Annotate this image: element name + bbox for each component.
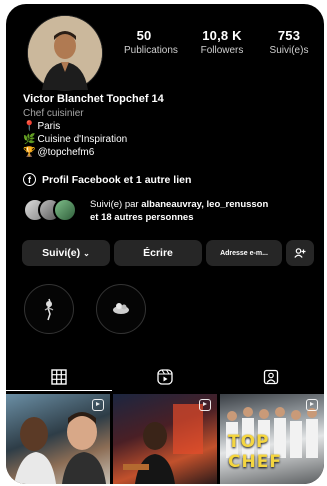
avatar-portrait-icon bbox=[28, 16, 102, 90]
following-label: Suivi(e)s bbox=[269, 45, 309, 56]
following-button[interactable]: Suivi(e) ⌄ bbox=[22, 240, 110, 266]
external-links-text: Profil Facebook et 1 autre lien bbox=[42, 173, 192, 186]
reel-badge-icon bbox=[92, 399, 104, 411]
pin-icon: 📍 bbox=[23, 121, 36, 132]
post-thumbnail[interactable]: TOP CHEF bbox=[220, 394, 324, 484]
tab-reels[interactable] bbox=[112, 366, 218, 388]
reel-badge-icon bbox=[199, 399, 211, 411]
post-thumbnail[interactable] bbox=[6, 394, 110, 484]
story-highlight[interactable] bbox=[24, 284, 74, 334]
bio-mention-text: @topchefm6 bbox=[37, 147, 95, 158]
post-thumbnail[interactable] bbox=[113, 394, 217, 484]
email-button[interactable]: Adresse e-m... bbox=[206, 240, 282, 266]
publications-count: 50 bbox=[136, 28, 152, 43]
highlight-cover-icon bbox=[44, 298, 54, 321]
bio-line-cuisine: 🌿 Cuisine d'Inspiration bbox=[23, 133, 303, 146]
profile-screen: 50 Publications 10,8 K Followers 753 Sui… bbox=[6, 4, 324, 484]
followers-label: Followers bbox=[200, 45, 244, 56]
stat-followers[interactable]: 10,8 K Followers bbox=[196, 28, 248, 56]
mutual-followers-avatars[interactable] bbox=[23, 198, 77, 222]
followed-by-prefix: Suivi(e) par bbox=[90, 199, 142, 210]
chevron-down-icon: ⌄ bbox=[83, 248, 90, 258]
profile-name: Victor Blanchet Topchef 14 bbox=[23, 93, 164, 105]
add-user-icon bbox=[294, 248, 306, 258]
mutual-followers-text[interactable]: Suivi(e) par albaneauvray, leo_renusson … bbox=[90, 198, 316, 224]
following-button-label: Suivi(e) bbox=[42, 247, 81, 259]
external-links[interactable]: f Profil Facebook et 1 autre lien bbox=[23, 173, 191, 186]
leaf-icon: 🌿 bbox=[23, 134, 36, 145]
message-button-label: Écrire bbox=[143, 247, 173, 259]
reel-badge-icon bbox=[306, 399, 318, 411]
tab-posts[interactable] bbox=[6, 366, 112, 388]
facebook-icon: f bbox=[23, 173, 36, 186]
mutual-follower-avatar bbox=[53, 198, 77, 222]
suggest-users-button[interactable] bbox=[286, 240, 314, 266]
bio-line-mention[interactable]: 🏆 @topchefm6 bbox=[23, 146, 303, 159]
bio-location-text: Paris bbox=[37, 121, 61, 132]
followed-by-suffix: et 18 autres personnes bbox=[90, 212, 194, 223]
highlight-cover-icon bbox=[113, 303, 129, 314]
tagged-icon bbox=[263, 369, 279, 385]
profile-category: Chef cuisinier bbox=[23, 108, 84, 119]
followers-count: 10,8 K bbox=[202, 28, 242, 43]
bio-line-location: 📍 Paris bbox=[23, 120, 303, 133]
grid-icon bbox=[51, 369, 67, 385]
message-button[interactable]: Écrire bbox=[114, 240, 202, 266]
story-highlight[interactable] bbox=[96, 284, 146, 334]
profile-tabs bbox=[6, 366, 324, 391]
reels-icon bbox=[157, 369, 173, 385]
stat-publications[interactable]: 50 Publications bbox=[124, 28, 178, 56]
topchef-overlay-text: TOP CHEF bbox=[228, 432, 282, 472]
tab-tagged[interactable] bbox=[218, 366, 324, 388]
email-button-label: Adresse e-m... bbox=[220, 249, 268, 257]
trophy-icon: 🏆 bbox=[23, 147, 36, 158]
stat-following[interactable]: 753 Suivi(e)s bbox=[263, 28, 315, 56]
publications-label: Publications bbox=[124, 45, 178, 56]
following-count: 753 bbox=[277, 28, 301, 43]
profile-avatar[interactable] bbox=[28, 16, 102, 90]
bio-cuisine-text: Cuisine d'Inspiration bbox=[37, 134, 128, 145]
followed-by-names: albaneauvray, leo_renusson bbox=[141, 199, 269, 210]
active-tab-indicator bbox=[6, 390, 112, 391]
